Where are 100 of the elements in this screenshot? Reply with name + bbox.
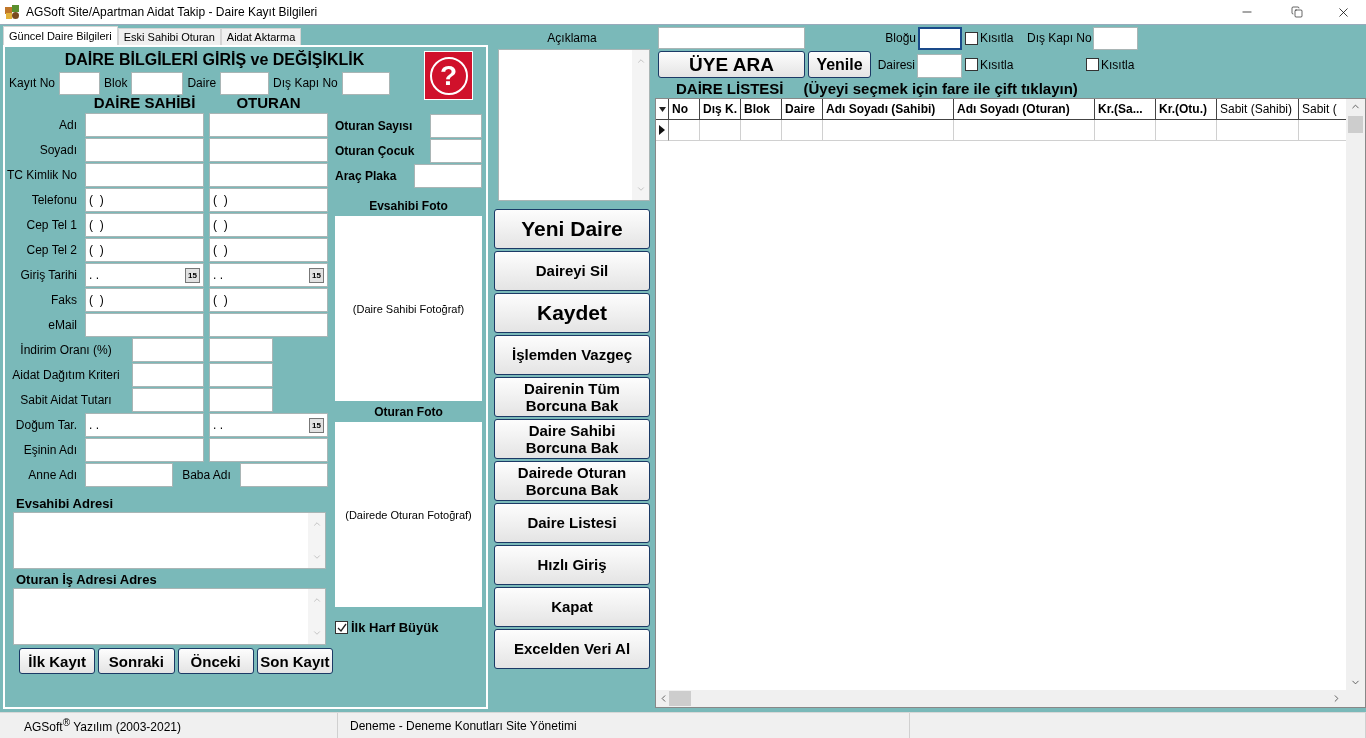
text-field[interactable] (209, 138, 328, 162)
text-field[interactable] (85, 313, 204, 337)
text-field[interactable] (85, 138, 204, 162)
action-button[interactable]: Daire Sahibi Borcuna Bak (494, 419, 650, 459)
tab[interactable]: Eski Sahibi Oturan (117, 28, 221, 45)
calendar-button[interactable]: 15 (185, 267, 200, 283)
calendar-button[interactable]: 15 (309, 267, 324, 283)
text-field[interactable] (1093, 26, 1138, 50)
nav-button[interactable]: İlk Kayıt (19, 648, 96, 674)
column-header[interactable]: Adı Soyadı (Sahibi) (823, 99, 954, 120)
table-cell[interactable] (823, 120, 954, 141)
address-field[interactable] (13, 512, 326, 569)
text-field[interactable] (132, 363, 204, 387)
text-field[interactable] (209, 163, 328, 187)
text-field[interactable] (430, 114, 482, 138)
text-field[interactable]: ( ) (85, 213, 204, 237)
search-field[interactable] (658, 27, 805, 49)
column-header[interactable]: Adı Soyadı (Oturan) (954, 99, 1095, 120)
scroll-thumb[interactable] (669, 691, 691, 706)
scroll-thumb[interactable] (1348, 116, 1363, 133)
tab[interactable]: Güncel Daire Bilgileri (3, 26, 118, 45)
column-header[interactable]: No (669, 99, 700, 120)
address-field[interactable] (13, 588, 326, 645)
checkbox[interactable] (1086, 58, 1099, 71)
vertical-scrollbar[interactable] (1346, 99, 1365, 690)
date-field[interactable]: . . 15 (85, 263, 204, 287)
text-field[interactable] (85, 163, 204, 187)
table-cell[interactable] (954, 120, 1095, 141)
text-field[interactable] (85, 438, 204, 462)
refresh-button[interactable]: Yenile (808, 51, 871, 78)
table-cell[interactable] (1156, 120, 1217, 141)
checkbox[interactable] (335, 621, 348, 634)
tab[interactable]: Aidat Aktarma (220, 28, 302, 45)
action-button[interactable]: Dairede Oturan Borcuna Bak (494, 461, 650, 501)
text-field[interactable] (341, 71, 390, 95)
action-button[interactable]: Yeni Daire (494, 209, 650, 249)
text-field[interactable]: ( ) (209, 213, 328, 237)
table-cell[interactable] (669, 120, 700, 141)
action-button[interactable]: Kapat (494, 587, 650, 627)
text-field[interactable] (240, 463, 328, 487)
text-field[interactable]: ( ) (85, 238, 204, 262)
text-field[interactable] (918, 26, 962, 50)
text-field[interactable]: ( ) (209, 188, 328, 212)
text-field[interactable] (85, 113, 204, 137)
action-button[interactable]: Kaydet (494, 293, 650, 333)
text-field[interactable] (209, 438, 328, 462)
column-header[interactable]: Kr.(Otu.) (1156, 99, 1217, 120)
date-field[interactable]: . . 15 (209, 413, 328, 437)
action-button[interactable]: Daire Listesi (494, 503, 650, 543)
row-header[interactable] (656, 120, 669, 141)
text-field[interactable] (414, 164, 482, 188)
action-button[interactable]: Excelden Veri Al (494, 629, 650, 669)
text-field[interactable] (132, 338, 204, 362)
action-button[interactable]: Dairenin Tüm Borcuna Bak (494, 377, 650, 417)
action-button[interactable]: Daireyi Sil (494, 251, 650, 291)
text-field[interactable] (209, 338, 273, 362)
table-cell[interactable] (782, 120, 823, 141)
text-field[interactable] (132, 388, 204, 412)
status-text: AGSoft$^{®}$ Yazılım (2003-2021) (24, 717, 181, 734)
text-field[interactable]: . . (85, 413, 204, 437)
field-label: Bloğu (884, 31, 917, 45)
table-cell[interactable] (1095, 120, 1156, 141)
column-header[interactable]: Daire (782, 99, 823, 120)
checkbox[interactable] (965, 58, 978, 71)
nav-button[interactable]: Önceki (177, 648, 254, 674)
action-button[interactable]: İşlemden Vazgeç (494, 335, 650, 375)
field-label: Dış Kapı No (1027, 31, 1093, 45)
scroll-up-icon (311, 519, 322, 529)
table-cell[interactable] (1217, 120, 1299, 141)
text-field[interactable] (209, 388, 273, 412)
text-field[interactable]: ( ) (85, 288, 204, 312)
date-field[interactable]: . . 15 (209, 263, 328, 287)
text-field[interactable] (59, 71, 101, 95)
text-field[interactable]: ( ) (85, 188, 204, 212)
column-header[interactable]: Sabit (Sahibi) (1217, 99, 1299, 120)
text-field[interactable]: ( ) (209, 238, 328, 262)
text-field[interactable] (917, 54, 962, 78)
text-field[interactable] (430, 139, 482, 163)
horizontal-scrollbar[interactable] (656, 690, 1346, 707)
text-field[interactable] (131, 71, 184, 95)
calendar-button[interactable]: 15 (309, 417, 324, 433)
column-header[interactable]: Dış K. (700, 99, 741, 120)
search-button[interactable]: ÜYE ARA (658, 51, 805, 78)
column-header[interactable]: Kr.(Sa... (1095, 99, 1156, 120)
table-cell[interactable] (741, 120, 782, 141)
nav-button[interactable]: Sonraki (98, 648, 175, 674)
text-field[interactable]: ( ) (209, 288, 328, 312)
text-field[interactable] (85, 463, 173, 487)
field-label: TC Kimlik No (6, 168, 78, 182)
nav-button[interactable]: Son Kayıt (256, 648, 333, 674)
action-button[interactable]: Hızlı Giriş (494, 545, 650, 585)
help-button[interactable]: ? (424, 51, 473, 100)
text-field[interactable] (209, 313, 328, 337)
table-cell[interactable] (700, 120, 741, 141)
text-field[interactable] (209, 113, 328, 137)
column-header[interactable]: Blok (741, 99, 782, 120)
checkbox[interactable] (965, 31, 978, 45)
text-field[interactable] (209, 363, 273, 387)
text-field[interactable] (220, 71, 270, 95)
description-field[interactable] (498, 49, 650, 201)
